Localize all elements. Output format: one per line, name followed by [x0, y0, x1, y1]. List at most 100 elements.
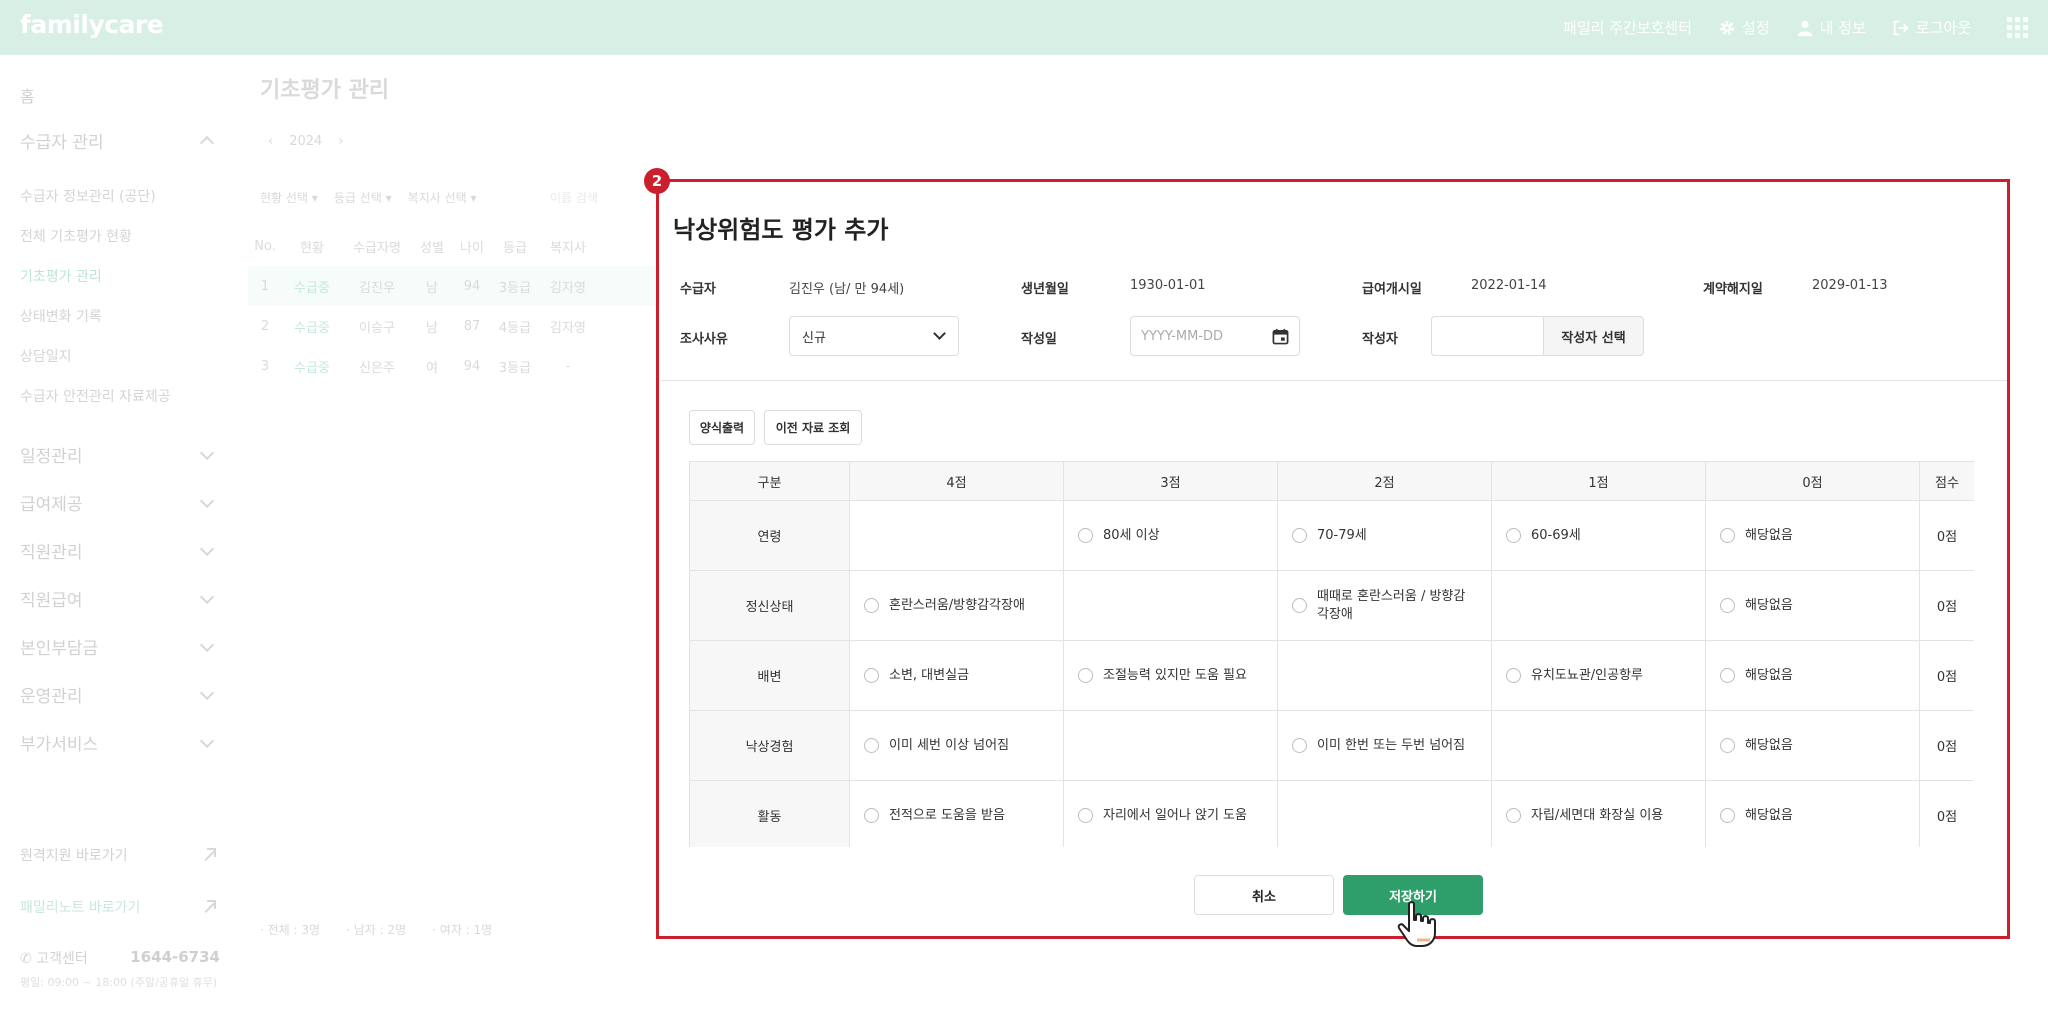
option-cell[interactable]: 60-69세: [1491, 500, 1706, 571]
write-date-label: 작성일: [1021, 332, 1057, 347]
profile-link[interactable]: 내 정보: [1796, 17, 1866, 38]
radio-button[interactable]: [1506, 528, 1521, 543]
radio-button[interactable]: [1292, 528, 1307, 543]
option-cell[interactable]: 이미 세번 이상 넘어짐: [849, 710, 1064, 781]
header-3pt: 3점: [1063, 461, 1278, 501]
option-label: 자리에서 일어나 앉기 도움: [1103, 807, 1247, 823]
step-badge: 2: [644, 168, 670, 194]
writer-input[interactable]: [1431, 316, 1543, 356]
top-nav: 패밀리 주간보호센터 설정 내 정보 로그아웃: [1563, 0, 2048, 55]
radio-button[interactable]: [864, 808, 879, 823]
header-score: 점수: [1919, 461, 1974, 501]
option-cell[interactable]: 해당없음: [1705, 640, 1920, 711]
recipient-value: 김진우 (남/ 만 94세): [789, 282, 905, 297]
option-cell[interactable]: 자립/세면대 화장실 이용: [1491, 780, 1706, 847]
birth-label: 생년월일: [1021, 282, 1069, 297]
option-cell[interactable]: 전적으로 도움을 받음: [849, 780, 1064, 847]
contract-end-label: 계약해지일: [1703, 282, 1763, 297]
recipient-label: 수급자: [680, 282, 716, 297]
birth-value: 1930-01-01: [1130, 278, 1206, 293]
option-cell[interactable]: 70-79세: [1277, 500, 1492, 571]
option-cell[interactable]: 혼란스러움/방향감각장애: [849, 570, 1064, 641]
option-label: 해당없음: [1745, 597, 1793, 613]
option-cell[interactable]: 때때로 혼란스러움 / 방향감각장애: [1277, 570, 1492, 641]
reason-label: 조사사유: [680, 332, 728, 347]
reason-select[interactable]: 신규: [789, 316, 959, 356]
apps-grid-icon[interactable]: [2007, 17, 2028, 38]
empty-cell: [1277, 780, 1492, 847]
empty-cell: [1063, 570, 1278, 641]
settings-link[interactable]: 설정: [1718, 17, 1770, 38]
contract-end-value: 2029-01-13: [1812, 278, 1888, 293]
modal-title: 낙상위험도 평가 추가: [673, 216, 889, 244]
print-form-button[interactable]: 양식출력: [689, 410, 755, 445]
option-cell[interactable]: 자리에서 일어나 앉기 도움: [1063, 780, 1278, 847]
score-table-container[interactable]: 구분 4점 3점 2점 1점 0점 점수 연령 80세 이상 70-79세 60…: [689, 461, 1974, 847]
radio-button[interactable]: [1720, 598, 1735, 613]
center-name[interactable]: 패밀리 주간보호센터: [1563, 17, 1692, 38]
cancel-button[interactable]: 취소: [1194, 875, 1334, 915]
logout-icon: [1893, 20, 1909, 35]
option-cell[interactable]: 해당없음: [1705, 570, 1920, 641]
row-category: 낙상경험: [689, 710, 850, 781]
option-cell[interactable]: 80세 이상: [1063, 500, 1278, 571]
writer-select-button[interactable]: 작성자 선택: [1543, 316, 1644, 356]
row-score: 0점: [1919, 780, 1974, 847]
table-row: 연령 80세 이상 70-79세 60-69세 해당없음 0점: [689, 500, 1974, 571]
radio-button[interactable]: [1720, 808, 1735, 823]
radio-button[interactable]: [864, 668, 879, 683]
option-cell[interactable]: 해당없음: [1705, 710, 1920, 781]
row-category: 활동: [689, 780, 850, 847]
logout-link[interactable]: 로그아웃: [1892, 17, 1971, 38]
radio-button[interactable]: [1078, 668, 1093, 683]
radio-button[interactable]: [1078, 528, 1093, 543]
previous-data-button[interactable]: 이전 자료 조회: [764, 410, 862, 445]
row-category: 연령: [689, 500, 850, 571]
write-date-input[interactable]: YYYY-MM-DD: [1130, 316, 1300, 356]
empty-cell: [1277, 640, 1492, 711]
score-table: 구분 4점 3점 2점 1점 0점 점수 연령 80세 이상 70-79세 60…: [689, 461, 1974, 847]
option-cell[interactable]: 유치도뇨관/인공항루: [1491, 640, 1706, 711]
header-0pt: 0점: [1705, 461, 1920, 501]
option-cell[interactable]: 이미 한번 또는 두번 넘어짐: [1277, 710, 1492, 781]
logo[interactable]: familycare: [20, 10, 164, 39]
option-label: 해당없음: [1745, 807, 1793, 823]
option-label: 해당없음: [1745, 667, 1793, 683]
option-label: 자립/세면대 화장실 이용: [1531, 807, 1664, 823]
option-label: 해당없음: [1745, 737, 1793, 753]
radio-button[interactable]: [1506, 668, 1521, 683]
option-cell[interactable]: 조절능력 있지만 도움 필요: [1063, 640, 1278, 711]
radio-button[interactable]: [1720, 668, 1735, 683]
row-score: 0점: [1919, 570, 1974, 641]
row-category: 배변: [689, 640, 850, 711]
option-cell[interactable]: 해당없음: [1705, 780, 1920, 847]
row-score: 0점: [1919, 500, 1974, 571]
option-cell[interactable]: 소변, 대변실금: [849, 640, 1064, 711]
option-label: 혼란스러움/방향감각장애: [889, 597, 1025, 613]
option-label: 때때로 혼란스러움 / 방향감각장애: [1317, 588, 1466, 622]
header-category: 구분: [689, 461, 850, 501]
empty-cell: [1491, 570, 1706, 641]
logout-label: 로그아웃: [1915, 19, 1971, 37]
radio-button[interactable]: [864, 738, 879, 753]
empty-cell: [1491, 710, 1706, 781]
radio-button[interactable]: [1506, 808, 1521, 823]
profile-label: 내 정보: [1819, 19, 1866, 37]
row-score: 0점: [1919, 710, 1974, 781]
radio-button[interactable]: [1292, 598, 1307, 613]
center-name-label: 패밀리 주간보호센터: [1563, 19, 1693, 37]
calendar-icon[interactable]: [1272, 328, 1289, 345]
radio-button[interactable]: [1292, 738, 1307, 753]
radio-button[interactable]: [1720, 738, 1735, 753]
radio-button[interactable]: [1078, 808, 1093, 823]
empty-cell: [1063, 710, 1278, 781]
option-label: 80세 이상: [1103, 527, 1160, 543]
radio-button[interactable]: [864, 598, 879, 613]
header-2pt: 2점: [1277, 461, 1492, 501]
row-score: 0점: [1919, 640, 1974, 711]
option-cell[interactable]: 해당없음: [1705, 500, 1920, 571]
start-date-label: 급여개시일: [1362, 282, 1422, 297]
option-label: 이미 한번 또는 두번 넘어짐: [1317, 737, 1466, 753]
reason-value: 신규: [802, 330, 826, 346]
radio-button[interactable]: [1720, 528, 1735, 543]
